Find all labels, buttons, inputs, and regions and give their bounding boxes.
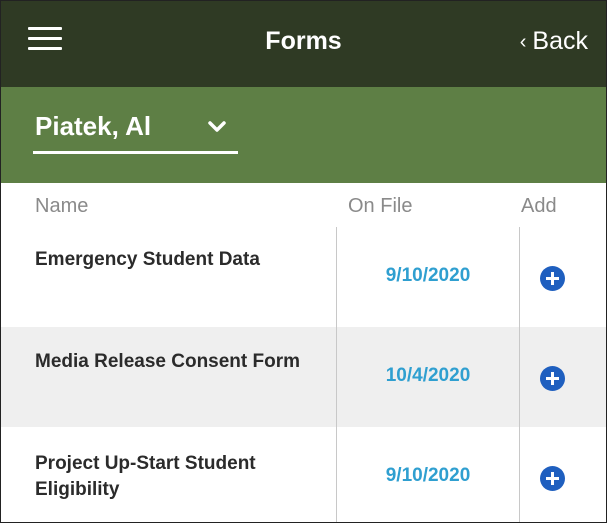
add-icon[interactable] (540, 466, 565, 491)
student-name: Piatek, Al (35, 111, 152, 141)
column-header-name: Name (35, 195, 89, 217)
form-name: Project Up-Start Student Eligibility (35, 453, 256, 500)
column-divider (336, 227, 337, 522)
column-header-on-file: On File (348, 195, 413, 217)
student-selector[interactable]: Piatek, Al (33, 109, 238, 154)
table-row[interactable]: Project Up-Start Student Eligibility 9/1… (1, 427, 606, 522)
back-label: Back (532, 27, 588, 55)
on-file-date[interactable]: 9/10/2020 (337, 265, 519, 287)
form-name: Media Release Consent Form (35, 351, 301, 372)
chevron-down-icon (208, 121, 226, 132)
back-button[interactable]: ‹ Back (520, 27, 588, 56)
app-header: Forms ‹ Back (1, 1, 606, 87)
form-name: Emergency Student Data (35, 249, 260, 270)
add-icon[interactable] (540, 366, 565, 391)
forms-screen: Forms ‹ Back Piatek, Al Name On File Add … (0, 0, 607, 523)
chevron-left-icon: ‹ (519, 31, 527, 53)
table-row[interactable]: Media Release Consent Form 10/4/2020 (1, 327, 606, 427)
on-file-date[interactable]: 10/4/2020 (337, 365, 519, 387)
add-icon[interactable] (540, 266, 565, 291)
table-row[interactable]: Emergency Student Data 9/10/2020 (1, 227, 606, 327)
page-title: Forms (265, 27, 342, 55)
on-file-date[interactable]: 9/10/2020 (337, 465, 519, 487)
column-header-add: Add (521, 195, 557, 217)
column-divider (519, 227, 520, 522)
